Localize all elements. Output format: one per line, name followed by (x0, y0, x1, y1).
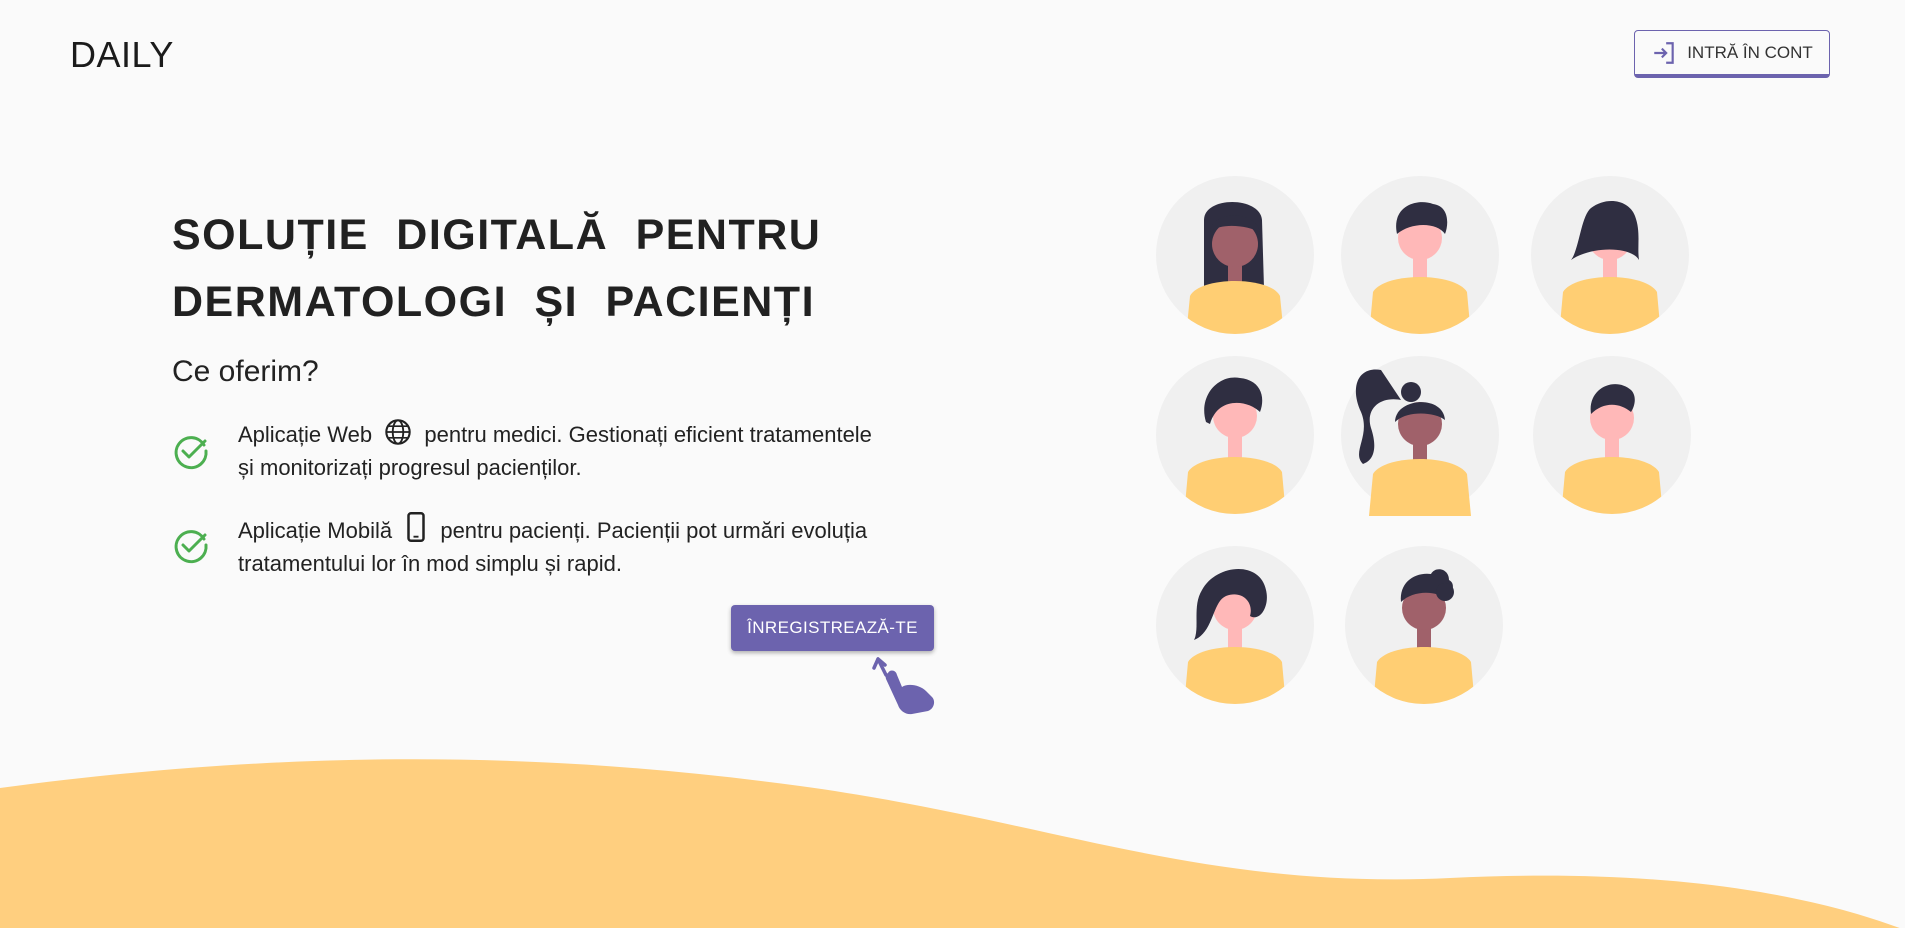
register-button[interactable]: ÎNREGISTREAZĂ-TE (731, 605, 934, 651)
feature-web-text-2: pentru medici. Gestionați eficient trata… (424, 422, 872, 447)
avatar-woman-long-hair (1156, 176, 1314, 334)
avatar-woman-wavy-hair (1156, 546, 1314, 704)
feature-mobile-app: Aplicație Mobilă pentru pacienți. Pacien… (172, 512, 912, 580)
feature-web-app: Aplicație Web pentru medici. Gestionați … (172, 418, 912, 484)
avatar-man-small-hair (1533, 356, 1691, 514)
globe-icon (385, 419, 411, 445)
feature-web-text-3: și monitorizați progresul pacienților. (238, 455, 582, 480)
check-circle-icon (174, 530, 208, 564)
avatar-woman-bob-hair (1531, 176, 1689, 334)
feature-mobile-text-2: pentru pacienți. Pacienții pot urmări ev… (440, 518, 868, 543)
hero-subtitle: Ce oferim? (172, 355, 319, 388)
bottom-wave (0, 759, 1905, 928)
avatar-man-side-hair (1156, 356, 1314, 514)
check-circle-icon (174, 436, 208, 470)
login-label: INTRĂ ÎN CONT (1687, 42, 1813, 62)
login-icon (1654, 41, 1674, 64)
hero-title-line-2: DERMATOLOGI ȘI PACIENȚI (172, 278, 816, 326)
avatar-man-short-hair (1341, 176, 1499, 334)
feature-mobile-text-3: tratamentului lor în mod simplu și rapid… (238, 551, 622, 576)
login-button[interactable]: INTRĂ ÎN CONT (1634, 30, 1830, 78)
avatar-man-curly-hair (1345, 546, 1503, 704)
brand-logo[interactable]: DAILY (70, 34, 174, 76)
tap-hand-icon (872, 657, 935, 715)
feature-web-text-1: Aplicație Web (238, 422, 373, 447)
avatar-woman-ponytail (1341, 356, 1499, 516)
hero-title-line-1: SOLUȚIE DIGITALĂ PENTRU (172, 211, 822, 259)
feature-mobile-text-1: Aplicație Mobilă (238, 518, 393, 543)
hero-title: SOLUȚIE DIGITALĂ PENTRU DERMATOLOGI ȘI P… (172, 202, 822, 336)
smartphone-icon (407, 512, 425, 542)
